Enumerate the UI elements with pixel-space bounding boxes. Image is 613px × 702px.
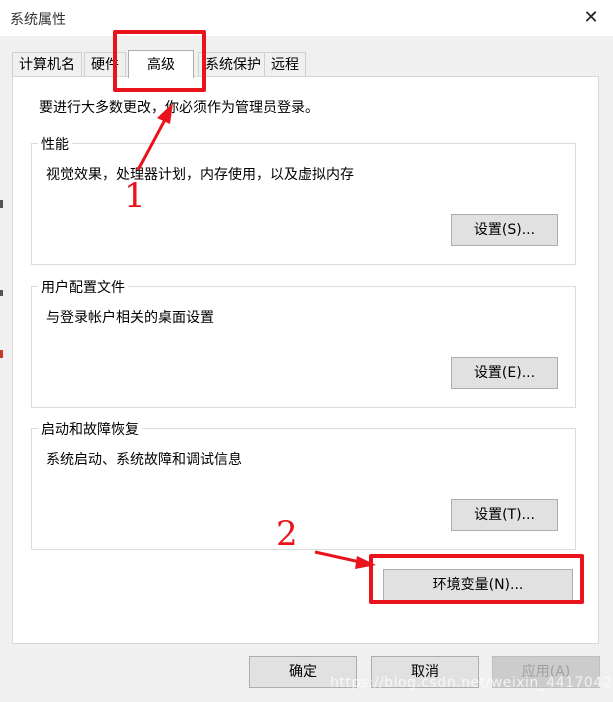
tab-advanced[interactable]: 高级 xyxy=(128,50,194,78)
annotation-number-1: 1 xyxy=(124,176,146,216)
arrow-2-head xyxy=(355,556,376,569)
arrow-1-head xyxy=(157,103,173,124)
arrow-2-shaft xyxy=(314,550,361,564)
arrow-1-shaft xyxy=(136,115,169,171)
annotation-arrows xyxy=(136,103,376,569)
watermark: https://blog.csdn.net/weixin_44170420 xyxy=(330,675,613,691)
annotation-number-2: 2 xyxy=(276,514,298,554)
